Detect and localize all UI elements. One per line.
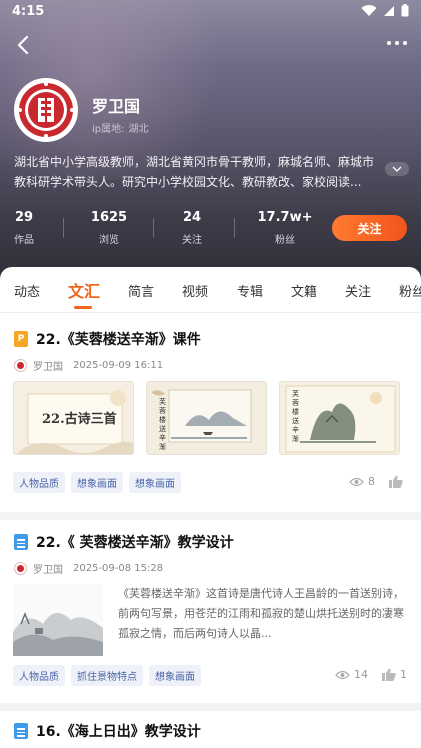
views-count: 14 xyxy=(335,668,368,681)
tab-books[interactable]: 文籍 xyxy=(291,281,317,300)
card-title-row: P 22.《芙蓉楼送辛渐》课件 xyxy=(14,328,201,350)
stat-works[interactable]: 29 作品 xyxy=(6,210,42,246)
views-value: 8 xyxy=(368,475,375,488)
profile-header: 4:15 罗卫国 ip属地: 湖北 湖北省中小学高级教师，湖北省黄冈市骨干教师，麻… xyxy=(0,0,421,300)
stat-views[interactable]: 1625 浏览 xyxy=(86,210,132,246)
likes-value: 1 xyxy=(400,668,407,681)
thumbs-up-icon xyxy=(382,668,396,681)
card-title[interactable]: 22.《 芙蓉楼送辛渐》教学设计 xyxy=(36,532,234,552)
eye-icon xyxy=(349,477,364,486)
card-separator xyxy=(0,703,421,711)
slide-text: 芙蓉楼送辛渐 xyxy=(159,398,166,451)
signal-icon xyxy=(384,5,394,16)
tab-fans[interactable]: 粉丝 xyxy=(399,281,421,300)
card-title-row: 16.《海上日出》教学设计 xyxy=(14,720,201,742)
stat-divider xyxy=(153,218,154,238)
status-bar: 4:15 xyxy=(0,0,421,24)
tag[interactable]: 想象画面 xyxy=(71,472,123,493)
card-title-row: 22.《 芙蓉楼送辛渐》教学设计 xyxy=(14,531,234,553)
card-author[interactable]: 罗卫国 xyxy=(33,358,63,373)
tag[interactable]: 人物品质 xyxy=(13,472,65,493)
ip-location: ip属地: 湖北 xyxy=(92,120,149,135)
slide-thumbnail[interactable]: 芙蓉楼送辛渐 xyxy=(279,381,400,455)
slide-text: 芙蓉楼送辛渐 xyxy=(292,390,299,443)
author-avatar-icon xyxy=(14,562,27,575)
stat-following[interactable]: 24 关注 xyxy=(174,210,210,246)
stat-value: 24 xyxy=(182,210,202,225)
ppt-file-icon: P xyxy=(14,331,28,347)
stat-divider xyxy=(234,218,235,238)
views-value: 14 xyxy=(354,668,368,681)
content-panel: 动态 文汇 简言 视频 专辑 文籍 关注 粉丝 P 22.《芙蓉楼送辛渐》课件 … xyxy=(0,267,421,748)
stat-value: 1625 xyxy=(90,210,128,225)
doc-file-icon xyxy=(14,534,28,550)
card-meta: 罗卫国 2025-09-08 15:28 xyxy=(14,561,163,576)
card-separator xyxy=(0,512,421,520)
status-time: 4:15 xyxy=(12,4,45,19)
stat-value: 17.7w+ xyxy=(257,210,313,225)
card-thumbnails: 22.古诗三首 芙蓉楼送辛渐 芙蓉楼送辛渐 xyxy=(13,381,400,455)
battery-icon xyxy=(401,4,409,17)
chevron-down-icon xyxy=(392,166,402,172)
card-tags: 人物品质 抓住景物特点 想象画面 xyxy=(13,665,201,686)
profile-bio: 湖北省中小学高级教师，湖北省黄冈市骨干教师，麻城名师、麻城市教科研学术带头人。研… xyxy=(14,155,375,189)
status-icons xyxy=(361,4,409,17)
back-arrow-icon[interactable] xyxy=(14,34,34,56)
profile-name: 罗卫国 xyxy=(92,97,141,116)
card-date: 2025-09-08 15:28 xyxy=(73,563,164,574)
tab-articles[interactable]: 文汇 xyxy=(68,278,100,302)
views-count: 8 xyxy=(349,475,375,488)
stat-label: 浏览 xyxy=(99,235,119,246)
stat-label: 关注 xyxy=(182,235,202,246)
stat-fans[interactable]: 17.7w+ 粉丝 xyxy=(254,210,316,246)
article-card[interactable]: P 22.《芙蓉楼送辛渐》课件 罗卫国 2025-09-09 16:11 22.… xyxy=(0,328,421,508)
wifi-icon xyxy=(361,4,377,16)
tab-following[interactable]: 关注 xyxy=(345,281,371,300)
article-card[interactable]: 22.《 芙蓉楼送辛渐》教学设计 罗卫国 2025-09-08 15:28 《芙… xyxy=(0,531,421,701)
card-title[interactable]: 22.《芙蓉楼送辛渐》课件 xyxy=(36,329,201,349)
tag[interactable]: 想象画面 xyxy=(129,472,181,493)
follow-button[interactable]: 关注 xyxy=(332,215,407,241)
article-card[interactable]: 16.《海上日出》教学设计 xyxy=(0,720,421,748)
stat-label: 粉丝 xyxy=(275,235,295,246)
active-tab-indicator xyxy=(74,306,92,309)
avatar[interactable] xyxy=(14,78,78,142)
tag[interactable]: 人物品质 xyxy=(13,665,65,686)
tab-videos[interactable]: 视频 xyxy=(182,281,208,300)
slide-thumbnail[interactable]: 芙蓉楼送辛渐 xyxy=(146,381,267,455)
card-actions: 8 xyxy=(349,475,407,488)
like-button[interactable] xyxy=(389,475,407,488)
thumbs-up-icon xyxy=(389,475,403,488)
card-actions: 14 1 xyxy=(335,668,407,681)
article-excerpt: 《芙蓉楼送辛渐》这首诗是唐代诗人王昌龄的一首送别诗，前两句写景，用苍茫的江雨和孤… xyxy=(118,587,404,640)
stat-label: 作品 xyxy=(14,235,34,246)
like-button[interactable]: 1 xyxy=(382,668,407,681)
ink-landscape-image xyxy=(13,584,103,656)
more-options-icon[interactable] xyxy=(387,38,409,48)
tag[interactable]: 想象画面 xyxy=(149,665,201,686)
stat-divider xyxy=(63,218,64,238)
paper-cut-avatar-image xyxy=(18,82,74,138)
ip-location-label: ip属地: xyxy=(92,124,125,135)
card-date: 2025-09-09 16:11 xyxy=(73,360,164,371)
article-thumbnail[interactable] xyxy=(13,584,103,656)
slide-thumbnail[interactable]: 22.古诗三首 xyxy=(13,381,134,455)
card-author[interactable]: 罗卫国 xyxy=(33,561,63,576)
tab-dynamics[interactable]: 动态 xyxy=(14,281,40,300)
card-title[interactable]: 16.《海上日出》教学设计 xyxy=(36,721,201,741)
card-tags: 人物品质 想象画面 想象画面 xyxy=(13,472,181,493)
eye-icon xyxy=(335,670,350,679)
ip-location-value: 湖北 xyxy=(128,124,149,135)
tab-bar: 动态 文汇 简言 视频 专辑 文籍 关注 粉丝 xyxy=(0,267,421,313)
card-meta: 罗卫国 2025-09-09 16:11 xyxy=(14,358,163,373)
tag[interactable]: 抓住景物特点 xyxy=(71,665,143,686)
expand-bio-button[interactable] xyxy=(385,162,409,176)
tab-short-notes[interactable]: 简言 xyxy=(128,281,154,300)
slide-text: 22.古诗三首 xyxy=(42,412,117,427)
doc-file-icon xyxy=(14,723,28,739)
tab-albums[interactable]: 专辑 xyxy=(237,281,263,300)
stat-value: 29 xyxy=(14,210,34,225)
author-avatar-icon xyxy=(14,359,27,372)
